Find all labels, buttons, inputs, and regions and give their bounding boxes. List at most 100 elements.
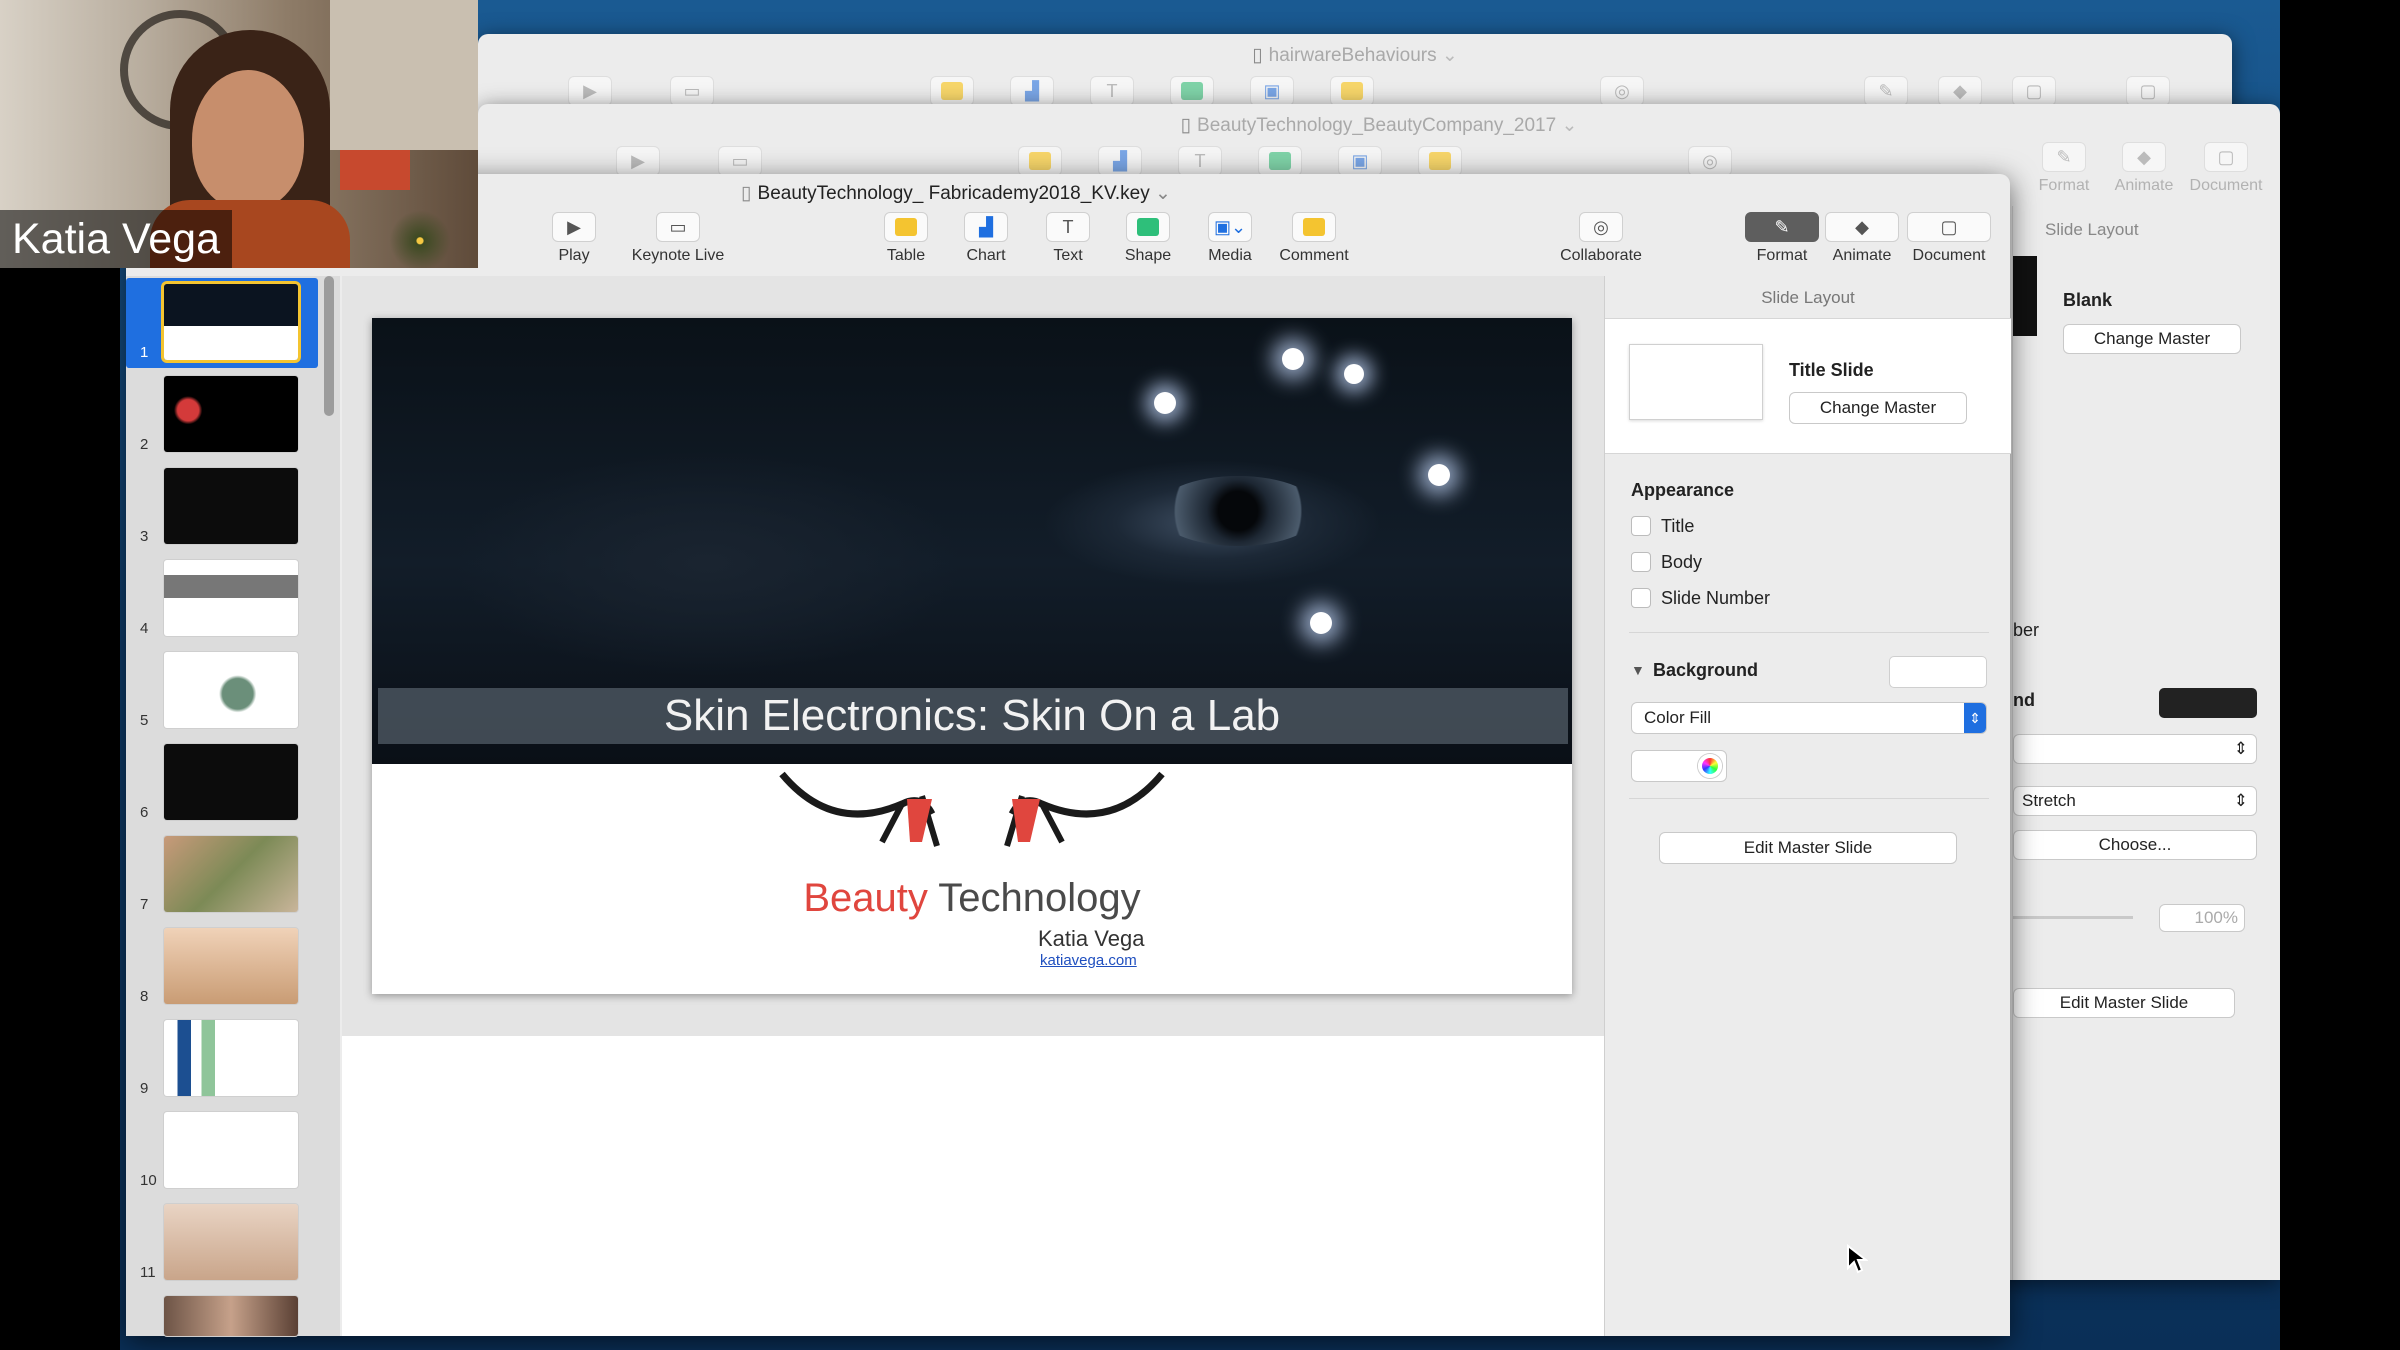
- back-opacity-slider[interactable]: [2013, 916, 2133, 919]
- slide-navigator[interactable]: 1 2 3 4 5 6 7 8 9 10 11: [126, 276, 340, 1336]
- back-choose-button[interactable]: Choose...: [2013, 830, 2257, 860]
- text-button[interactable]: T: [1158, 146, 1242, 176]
- animate-button[interactable]: ◆ Animate: [2102, 142, 2186, 195]
- navigator-scrollbar[interactable]: [324, 276, 334, 416]
- animate-button[interactable]: ◆ Animate: [1824, 212, 1900, 265]
- chart-button[interactable]: ▟ Chart: [944, 212, 1028, 265]
- fill-type-value: Color Fill: [1644, 708, 1712, 727]
- edit-master-slide-button[interactable]: Edit Master Slide: [1659, 832, 1957, 864]
- text-button[interactable]: T: [1070, 76, 1154, 106]
- shape-button[interactable]: Shape: [1106, 212, 1190, 265]
- back-change-master-button[interactable]: Change Master: [2063, 324, 2241, 354]
- table-icon: [1018, 146, 1062, 176]
- change-master-button[interactable]: Change Master: [1789, 392, 1967, 424]
- back-opacity-value: 100%: [2194, 908, 2238, 927]
- keynote-live-button[interactable]: ▭ Keynote Live: [618, 212, 738, 265]
- disclosure-triangle-icon[interactable]: ▼: [1631, 662, 1645, 678]
- shape-button[interactable]: [1238, 146, 1322, 176]
- collaborate-label: Collaborate: [1560, 247, 1642, 264]
- play-button[interactable]: ▶: [548, 76, 632, 106]
- media-button[interactable]: ▣: [1230, 76, 1314, 106]
- play-icon: ▶: [568, 76, 612, 106]
- body-checkbox[interactable]: [1631, 552, 1651, 572]
- format-inspector: Slide Layout Title Slide Change Master A…: [1604, 276, 2011, 1336]
- media-button[interactable]: ▣: [1318, 146, 1402, 176]
- keynote-live-button[interactable]: ▭: [698, 146, 782, 176]
- slide-thumbnail[interactable]: [164, 928, 298, 1004]
- collaborate-button[interactable]: ◎: [1580, 76, 1664, 106]
- play-button[interactable]: ▶ Play: [532, 212, 616, 265]
- animate-button[interactable]: ◆: [1918, 76, 2002, 106]
- comment-button[interactable]: [1310, 76, 1394, 106]
- current-slide[interactable]: Skin Electronics: Skin On a Lab Beauty T…: [372, 318, 1572, 994]
- document-button[interactable]: ▢ Document: [1904, 212, 1994, 265]
- slide-thumbnail[interactable]: [164, 836, 298, 912]
- document-button[interactable]: ▢ Document: [2184, 142, 2268, 195]
- slide-number: 4: [140, 620, 149, 637]
- table-button[interactable]: [910, 76, 994, 106]
- back-color-well[interactable]: [2159, 688, 2257, 718]
- chevron-updown-icon: ⇕: [2233, 791, 2248, 810]
- media-icon: ▣: [1338, 146, 1382, 176]
- table-button[interactable]: Table: [864, 212, 948, 265]
- window-title: ▯ BeautyTechnology_BeautyCompany_2017 ⌄: [1180, 115, 1578, 136]
- slide-thumbnail[interactable]: [164, 376, 298, 452]
- comment-button[interactable]: Comment: [1272, 212, 1356, 265]
- title-checkbox[interactable]: [1631, 516, 1651, 536]
- slide-number: 11: [140, 1264, 156, 1281]
- layout-thumbnail[interactable]: [1629, 344, 1763, 420]
- document-button-2[interactable]: ▢: [2106, 76, 2190, 106]
- slide-thumbnail[interactable]: [164, 1020, 298, 1096]
- slide-thumbnail[interactable]: [164, 1204, 298, 1280]
- fill-type-select[interactable]: Color Fill ⇕: [1631, 702, 1987, 734]
- slide-thumbnail[interactable]: [164, 284, 298, 360]
- text-icon: T: [1178, 146, 1222, 176]
- author-name: Katia Vega: [1038, 926, 1145, 951]
- collaborate-button[interactable]: ◎: [1668, 146, 1752, 176]
- led-light: [1282, 348, 1304, 370]
- slide-thumbnail[interactable]: [164, 468, 298, 544]
- brand-name-red: Beauty: [803, 876, 928, 920]
- layout-name: Title Slide: [1789, 360, 1874, 380]
- chart-button[interactable]: ▟: [990, 76, 1074, 106]
- slide-thumbnail[interactable]: [164, 652, 298, 728]
- back-scale-select[interactable]: Stretch ⇕: [2013, 786, 2257, 816]
- color-wheel-icon[interactable]: [1698, 754, 1722, 778]
- slide-number-checkbox[interactable]: [1631, 588, 1651, 608]
- author-link[interactable]: katiavega.com: [1040, 952, 1137, 969]
- text-button[interactable]: T Text: [1026, 212, 1110, 265]
- collaborate-button[interactable]: ◎ Collaborate: [1550, 212, 1652, 265]
- comment-button[interactable]: [1398, 146, 1482, 176]
- format-button[interactable]: ✎: [1844, 76, 1928, 106]
- presenter-notes-area[interactable]: [342, 1036, 1604, 1336]
- document-button[interactable]: ▢: [1992, 76, 2076, 106]
- play-icon: ▶: [552, 212, 596, 242]
- slide-thumbnail[interactable]: [164, 1296, 298, 1336]
- back-fill-select[interactable]: ⇕: [2013, 734, 2257, 764]
- background-color-well[interactable]: [1889, 656, 1987, 688]
- chart-button[interactable]: ▟: [1078, 146, 1162, 176]
- led-light: [1154, 392, 1176, 414]
- back-edit-master-button[interactable]: Edit Master Slide: [2013, 988, 2235, 1018]
- comment-label: Comment: [1279, 247, 1349, 264]
- back-opacity-field[interactable]: 100%: [2159, 904, 2245, 932]
- play-label: Play: [558, 247, 590, 264]
- slide-thumbnail[interactable]: [164, 744, 298, 820]
- play-button[interactable]: ▶: [596, 146, 680, 176]
- keynote-live-button[interactable]: ▭: [650, 76, 734, 106]
- fill-color-swatch[interactable]: [1631, 750, 1727, 782]
- table-button[interactable]: [998, 146, 1082, 176]
- collaborate-icon: ◎: [1688, 146, 1732, 176]
- slide-title: Skin Electronics: Skin On a Lab: [663, 691, 1281, 740]
- comment-icon: [1330, 76, 1374, 106]
- back-scale-value: Stretch: [2022, 791, 2076, 810]
- picture-frame: [340, 150, 410, 190]
- back-number-label: ber: [2013, 620, 2040, 640]
- slide-thumbnail[interactable]: [164, 1112, 298, 1188]
- slide-thumbnail[interactable]: [164, 560, 298, 636]
- mouse-cursor-icon: [1847, 1244, 1868, 1274]
- media-button[interactable]: ▣⌄ Media: [1188, 212, 1272, 265]
- format-button[interactable]: ✎ Format: [2022, 142, 2106, 195]
- shape-button[interactable]: [1150, 76, 1234, 106]
- format-button[interactable]: ✎ Format: [1744, 212, 1820, 265]
